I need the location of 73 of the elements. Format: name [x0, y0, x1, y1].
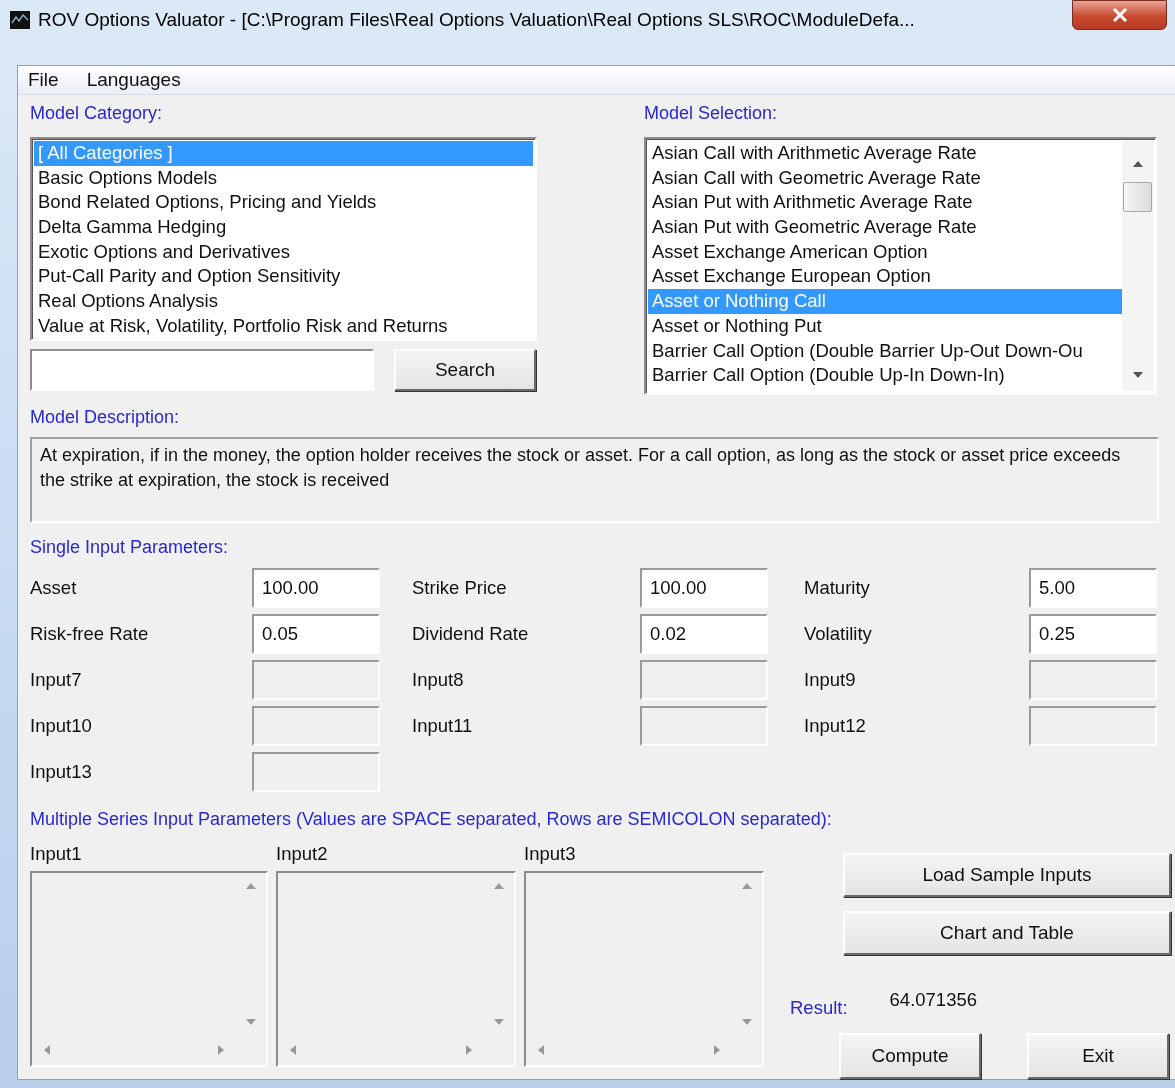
parameter-label: Input8 [412, 669, 465, 691]
scroll-left-icon[interactable] [538, 1045, 544, 1055]
action-button[interactable]: Chart and Table [843, 911, 1171, 955]
parameter-field[interactable]: 0.25 [1029, 614, 1157, 654]
section-label: Model Description: [30, 407, 181, 429]
menu-item[interactable]: File [28, 69, 59, 91]
series-text-area[interactable] [524, 871, 764, 1067]
scrollbar[interactable] [1122, 141, 1153, 391]
close-button[interactable] [1072, 0, 1167, 30]
scroll-right-icon[interactable] [218, 1045, 224, 1055]
list-item[interactable]: Asset Exchange European Option [648, 264, 1122, 290]
result-label: Result: [790, 997, 848, 1019]
list-item[interactable]: Asian Put with Geometric Average Rate [648, 215, 1122, 240]
series-label: Input2 [276, 843, 329, 865]
list-item[interactable]: Real Options Analysis [34, 289, 533, 314]
parameter-label: Input11 [412, 715, 474, 737]
parameter-label: Input10 [30, 715, 93, 737]
parameter-field[interactable]: 100.00 [252, 568, 380, 608]
list-item[interactable]: Exotic Options and Derivatives [34, 239, 533, 265]
scroll-left-icon[interactable] [290, 1045, 296, 1055]
series-text-area[interactable] [276, 871, 516, 1067]
parameter-label: Maturity [804, 577, 871, 599]
list-item[interactable]: Asset or Nothing Put [648, 313, 1122, 339]
list-item[interactable]: Asset Exchange American Option [648, 239, 1122, 265]
section-label: Model Category: [30, 103, 164, 125]
scroll-down-icon[interactable] [1132, 372, 1143, 378]
parameter-label: Input13 [30, 761, 93, 783]
result-value: 64.071356 [889, 989, 978, 1011]
action-button[interactable]: Load Sample Inputs [843, 853, 1171, 897]
parameter-field[interactable]: 0.02 [640, 614, 768, 654]
parameter-label: Dividend Rate [412, 623, 530, 645]
series-label: Input1 [30, 843, 83, 865]
scroll-left-icon[interactable] [44, 1045, 50, 1055]
description-text: At expiration, if in the money, the option holder receives the stock or asset. For a call option, as long as the stock or asset price exceeds the strike at expiration, the stock is received [30, 437, 1159, 523]
parameter-label: Input9 [804, 669, 857, 691]
parameter-label: Risk-free Rate [30, 623, 150, 645]
search-button[interactable]: Search [394, 349, 536, 391]
app-icon [10, 10, 30, 29]
list-item[interactable]: Asian Call with Arithmetic Average Rate [648, 141, 1122, 166]
scroll-thumb[interactable] [1123, 182, 1152, 212]
scroll-up-icon[interactable] [1132, 161, 1143, 167]
parameter-label: Strike Price [412, 577, 508, 599]
list-item[interactable]: Asian Call with Geometric Average Rate [648, 165, 1122, 191]
parameter-field[interactable]: 100.00 [640, 568, 768, 608]
parameter-field[interactable]: 0.05 [252, 614, 380, 654]
parameter-label: Input12 [804, 715, 867, 737]
series-text-area[interactable] [30, 871, 268, 1067]
series-label: Input3 [524, 843, 577, 865]
parameter-label: Input7 [30, 669, 83, 691]
search-field[interactable] [30, 349, 374, 391]
close-icon [1111, 8, 1128, 22]
parameter-label: Asset [30, 577, 78, 599]
scroll-right-icon[interactable] [714, 1045, 720, 1055]
list-item[interactable]: Barrier Call Option (Double Barrier Up-Out Down-Ou [648, 338, 1122, 364]
list-item[interactable]: Delta Gamma Hedging [34, 215, 533, 240]
window-title: ROV Options Valuator - [C:\Program Files\Real Options Valuation\Real Options SLS\ROC\ModuleDefa... [38, 8, 915, 31]
section-label: Single Input Parameters: [30, 537, 230, 559]
list-box[interactable] [30, 137, 537, 341]
list-item[interactable]: Put-Call Parity and Option Sensitivity [34, 264, 533, 290]
section-label: Multiple Series Input Parameters (Values are SPACE separated, Rows are SEMICOLON separated): [30, 809, 833, 831]
list-box[interactable] [644, 137, 1157, 395]
section-label: Model Selection: [644, 103, 779, 125]
menu-item[interactable]: Languages [86, 69, 181, 91]
parameter-label: Volatility [804, 623, 873, 645]
list-item[interactable]: Bond Related Options, Pricing and Yields [34, 190, 533, 216]
compute-button[interactable]: Compute [839, 1033, 981, 1079]
list-item[interactable]: Asian Put with Arithmetic Average Rate [648, 190, 1122, 216]
list-item[interactable]: Basic Options Models [34, 165, 533, 191]
scroll-right-icon[interactable] [466, 1045, 472, 1055]
exit-button[interactable]: Exit [1027, 1033, 1169, 1079]
parameter-field[interactable]: 5.00 [1029, 568, 1157, 608]
list-item[interactable]: Value at Risk, Volatility, Portfolio Risk and Returns [34, 313, 533, 339]
list-item[interactable]: Barrier Call Option (Double Up-In Down-In) [648, 363, 1122, 388]
